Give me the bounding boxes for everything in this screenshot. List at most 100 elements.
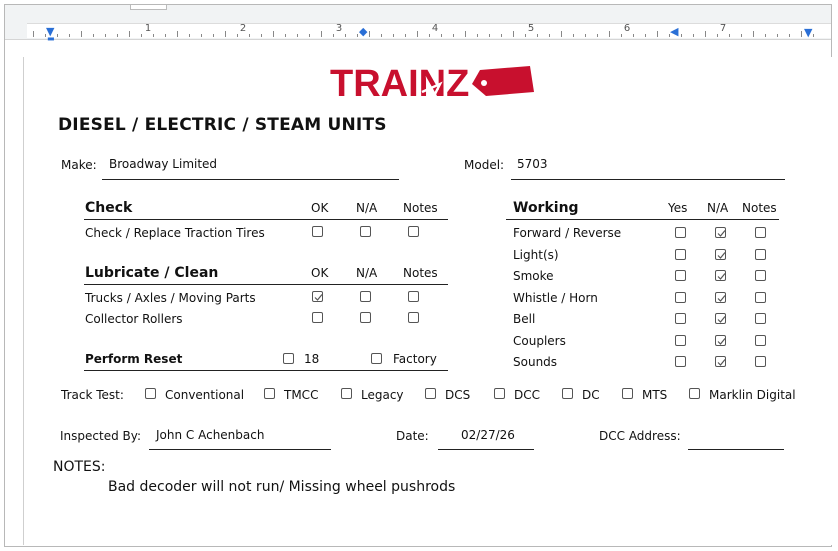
track-test-option-label: DCS — [445, 388, 471, 402]
working-checkbox[interactable] — [715, 291, 726, 303]
working-checkbox[interactable] — [715, 334, 726, 346]
ruler-tick — [429, 34, 430, 37]
ruler-tick — [513, 31, 514, 37]
form-title: DIESEL / ELECTRIC / STEAM UNITS — [58, 115, 387, 135]
ruler-tick — [201, 34, 202, 37]
right-indent-marker-icon[interactable]: ▼ — [804, 27, 812, 38]
track-test-checkbox[interactable] — [622, 388, 633, 399]
reset-rule — [84, 370, 448, 371]
ruler-tick — [705, 31, 706, 37]
working-checkbox[interactable] — [675, 248, 686, 260]
reset-18-checkbox[interactable] — [283, 353, 294, 364]
track-test-label: Track Test: — [61, 388, 124, 402]
working-checkbox[interactable] — [715, 356, 726, 367]
check-row-label: Check / Replace Traction Tires — [85, 226, 265, 240]
working-checkbox[interactable] — [715, 313, 726, 324]
ruler-tick — [609, 31, 610, 37]
reset-factory-checkbox[interactable] — [371, 353, 382, 364]
working-checkbox[interactable] — [755, 248, 766, 260]
lubricate-rollers-ok-checkbox[interactable] — [312, 312, 323, 323]
reset-factory-label: Factory — [393, 352, 437, 366]
ruler-number: 1 — [144, 23, 152, 34]
track-test-checkbox[interactable] — [425, 388, 436, 399]
track-test-checkbox[interactable] — [689, 388, 700, 399]
lubricate-trucks-notes-checkbox[interactable] — [408, 291, 419, 302]
tab-stop-diamond-icon[interactable]: ◆ — [359, 26, 367, 37]
ruler-number: 3 — [335, 23, 343, 34]
make-field[interactable]: Broadway Limited — [109, 157, 217, 171]
working-checkbox[interactable] — [755, 270, 766, 281]
check-traction-notes-checkbox[interactable] — [408, 226, 419, 237]
lubricate-trucks-ok-checkbox[interactable] — [312, 291, 323, 302]
check-traction-ok-checkbox[interactable] — [312, 226, 323, 237]
track-test-checkbox[interactable] — [562, 388, 573, 399]
working-checkbox[interactable] — [675, 270, 686, 281]
working-checkbox[interactable] — [675, 356, 686, 367]
working-row-label: Sounds — [513, 355, 558, 369]
working-checkbox[interactable] — [675, 291, 686, 303]
svg-text:TRAINZ: TRAINZ — [330, 63, 469, 102]
working-checkbox[interactable] — [755, 313, 766, 324]
ruler-number: 5 — [527, 23, 535, 34]
ruler-tick — [273, 31, 274, 37]
ruler-tick — [249, 34, 250, 37]
working-checkbox[interactable] — [715, 248, 726, 260]
model-field[interactable]: 5703 — [517, 157, 548, 171]
ruler-tick — [465, 31, 466, 37]
check-col-na: N/A — [356, 201, 378, 215]
ruler-tick — [141, 34, 142, 37]
working-checkbox[interactable] — [755, 227, 766, 238]
tab-stop-left-icon[interactable]: ◀ — [670, 26, 678, 37]
check-heading: Check — [85, 200, 133, 216]
ruler[interactable]: 1 2 3 4 5 6 7 ▼ ▬ ◆ ◀ ▼ — [5, 5, 831, 43]
ruler-top-tab — [130, 5, 167, 10]
ruler-tick — [405, 34, 406, 37]
ruler-tick — [753, 31, 754, 37]
working-checkbox[interactable] — [755, 291, 766, 303]
perform-reset-label: Perform Reset — [85, 352, 183, 366]
ruler-tick — [93, 34, 94, 37]
lubricate-trucks-na-checkbox[interactable] — [360, 291, 371, 302]
inspected-by-field[interactable]: John C Achenbach — [156, 428, 264, 442]
track-test-option-label: MTS — [642, 388, 668, 402]
working-checkbox[interactable] — [675, 313, 686, 324]
ruler-tick — [297, 34, 298, 37]
check-traction-na-checkbox[interactable] — [360, 226, 371, 237]
model-underline — [511, 179, 785, 180]
ruler-tick — [225, 31, 226, 37]
ruler-number: 6 — [623, 23, 631, 34]
working-checkbox[interactable] — [675, 227, 686, 238]
check-col-notes: Notes — [403, 201, 438, 215]
notes-text[interactable]: Bad decoder will not run/ Missing wheel … — [108, 479, 455, 495]
lubricate-rollers-na-checkbox[interactable] — [360, 312, 371, 323]
ruler-tick — [81, 31, 82, 37]
ruler-tick — [333, 34, 334, 37]
lubricate-col-na: N/A — [356, 266, 378, 280]
ruler-tick — [261, 34, 262, 37]
ruler-tick — [777, 34, 778, 37]
working-checkbox[interactable] — [755, 334, 766, 346]
track-test-checkbox[interactable] — [341, 388, 352, 399]
working-checkbox[interactable] — [715, 227, 726, 238]
lubricate-rollers-notes-checkbox[interactable] — [408, 312, 419, 323]
ruler-tick — [681, 34, 682, 37]
date-underline — [438, 449, 534, 450]
lubricate-row-label: Trucks / Axles / Moving Parts — [85, 291, 256, 305]
ruler-tick — [417, 31, 418, 37]
working-checkbox[interactable] — [715, 270, 726, 281]
ruler-tick — [321, 31, 322, 37]
working-checkbox[interactable] — [675, 334, 686, 346]
track-test-checkbox[interactable] — [264, 388, 275, 399]
track-test-option-label: DCC — [514, 388, 540, 402]
date-field[interactable]: 02/27/26 — [461, 428, 515, 442]
ruler-tick — [585, 34, 586, 37]
check-header-rule — [84, 219, 448, 220]
ruler-tick — [177, 31, 178, 37]
first-line-indent-marker-icon[interactable]: ▬ — [47, 33, 55, 44]
track-test-checkbox[interactable] — [494, 388, 505, 399]
ruler-tick — [645, 34, 646, 37]
inspected-by-underline — [149, 449, 331, 450]
lubricate-row-label: Collector Rollers — [85, 312, 183, 326]
working-checkbox[interactable] — [755, 356, 766, 367]
track-test-checkbox[interactable] — [145, 388, 156, 399]
